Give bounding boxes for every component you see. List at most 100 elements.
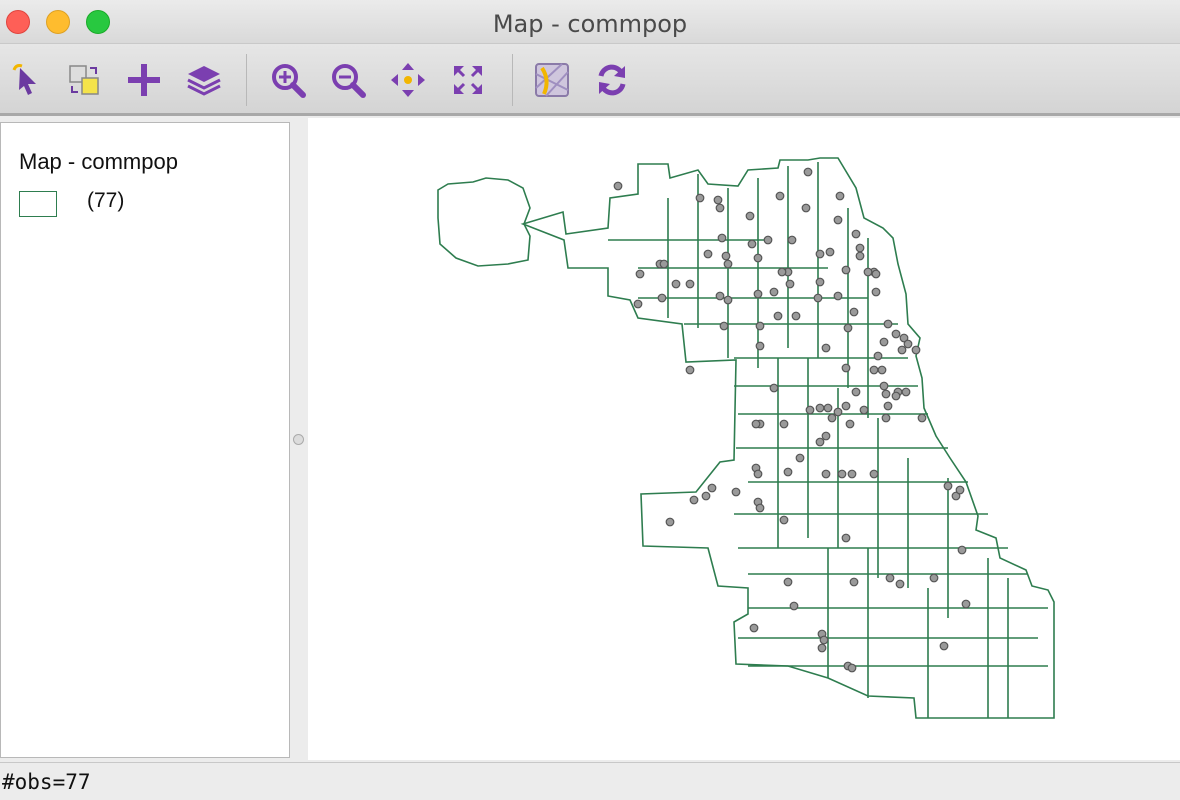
centroid-point[interactable] [877, 365, 887, 375]
centroid-point[interactable] [701, 491, 711, 501]
centroid-point[interactable] [833, 215, 843, 225]
basemap-button[interactable] [530, 58, 574, 102]
centroid-point[interactable] [719, 321, 729, 331]
map-canvas[interactable] [308, 118, 1180, 760]
centroid-point[interactable] [715, 203, 725, 213]
centroid-point[interactable] [685, 365, 695, 375]
centroid-point[interactable] [755, 341, 765, 351]
centroid-point[interactable] [827, 413, 837, 423]
centroid-point[interactable] [803, 167, 813, 177]
centroid-point[interactable] [891, 391, 901, 401]
centroid-point[interactable] [789, 601, 799, 611]
centroid-point[interactable] [871, 269, 881, 279]
centroid-point[interactable] [795, 453, 805, 463]
panel-splitter[interactable] [290, 118, 308, 760]
centroid-point[interactable] [613, 181, 623, 191]
centroid-point[interactable] [869, 365, 879, 375]
centroid-point[interactable] [671, 279, 681, 289]
centroid-point[interactable] [891, 329, 901, 339]
layers-button[interactable] [182, 58, 226, 102]
centroid-point[interactable] [833, 291, 843, 301]
centroid-point[interactable] [731, 487, 741, 497]
add-layer-button[interactable] [122, 58, 166, 102]
title-bar[interactable]: Map - commpop [0, 0, 1180, 44]
centroid-point[interactable] [957, 545, 967, 555]
centroid-point[interactable] [851, 387, 861, 397]
centroid-point[interactable] [835, 191, 845, 201]
legend-swatch[interactable] [19, 191, 57, 217]
centroid-point[interactable] [883, 319, 893, 329]
centroid-point[interactable] [749, 623, 759, 633]
centroid-point[interactable] [717, 233, 727, 243]
centroid-point[interactable] [855, 251, 865, 261]
centroid-point[interactable] [849, 307, 859, 317]
centroid-point[interactable] [885, 573, 895, 583]
centroid-point[interactable] [753, 469, 763, 479]
centroid-point[interactable] [751, 419, 761, 429]
centroid-point[interactable] [849, 577, 859, 587]
centroid-point[interactable] [821, 431, 831, 441]
centroid-point[interactable] [783, 467, 793, 477]
centroid-point[interactable] [821, 469, 831, 479]
centroid-point[interactable] [791, 311, 801, 321]
centroid-point[interactable] [843, 323, 853, 333]
pan-button[interactable] [386, 58, 430, 102]
centroid-point[interactable] [881, 413, 891, 423]
centroid-point[interactable] [779, 515, 789, 525]
centroid-point[interactable] [685, 279, 695, 289]
centroid-point[interactable] [881, 389, 891, 399]
centroid-point[interactable] [703, 249, 713, 259]
centroid-point[interactable] [911, 345, 921, 355]
centroid-point[interactable] [787, 235, 797, 245]
centroid-point[interactable] [815, 403, 825, 413]
centroid-point[interactable] [903, 339, 913, 349]
centroid-point[interactable] [815, 277, 825, 287]
centroid-point[interactable] [955, 485, 965, 495]
centroid-point[interactable] [779, 419, 789, 429]
centroid-point[interactable] [819, 635, 829, 645]
centroid-point[interactable] [755, 321, 765, 331]
centroid-point[interactable] [825, 247, 835, 257]
centroid-point[interactable] [851, 229, 861, 239]
centroid-point[interactable] [855, 243, 865, 253]
centroid-point[interactable] [723, 295, 733, 305]
centroid-point[interactable] [833, 407, 843, 417]
centroid-point[interactable] [821, 343, 831, 353]
centroid-point[interactable] [879, 381, 889, 391]
centroid-point[interactable] [901, 387, 911, 397]
centroid-point[interactable] [785, 279, 795, 289]
centroid-point[interactable] [747, 239, 757, 249]
centroid-point[interactable] [635, 269, 645, 279]
select-tool-button[interactable] [4, 58, 48, 102]
centroid-point[interactable] [745, 211, 755, 221]
centroid-point[interactable] [897, 345, 907, 355]
centroid-point[interactable] [841, 533, 851, 543]
centroid-point[interactable] [823, 403, 833, 413]
centroid-point[interactable] [847, 663, 857, 673]
centroid-point[interactable] [837, 469, 847, 479]
centroid-point[interactable] [665, 517, 675, 527]
centroid-point[interactable] [943, 481, 953, 491]
centroid-point[interactable] [633, 299, 643, 309]
centroid-point[interactable] [841, 401, 851, 411]
centroid-point[interactable] [689, 495, 699, 505]
toggle-selection-button[interactable] [62, 58, 106, 102]
centroid-point[interactable] [883, 401, 893, 411]
centroid-point[interactable] [815, 437, 825, 447]
centroid-point[interactable] [961, 599, 971, 609]
centroid-point[interactable] [769, 383, 779, 393]
centroid-point[interactable] [813, 293, 823, 303]
centroid-point[interactable] [841, 363, 851, 373]
centroid-point[interactable] [775, 191, 785, 201]
centroid-point[interactable] [753, 289, 763, 299]
centroid-point[interactable] [763, 235, 773, 245]
centroid-point[interactable] [773, 311, 783, 321]
centroid-point[interactable] [657, 293, 667, 303]
centroid-point[interactable] [879, 337, 889, 347]
centroid-point[interactable] [917, 413, 927, 423]
centroid-point[interactable] [939, 641, 949, 651]
centroid-point[interactable] [755, 503, 765, 513]
centroid-point[interactable] [873, 351, 883, 361]
centroid-point[interactable] [815, 249, 825, 259]
zoom-in-button[interactable] [266, 58, 310, 102]
